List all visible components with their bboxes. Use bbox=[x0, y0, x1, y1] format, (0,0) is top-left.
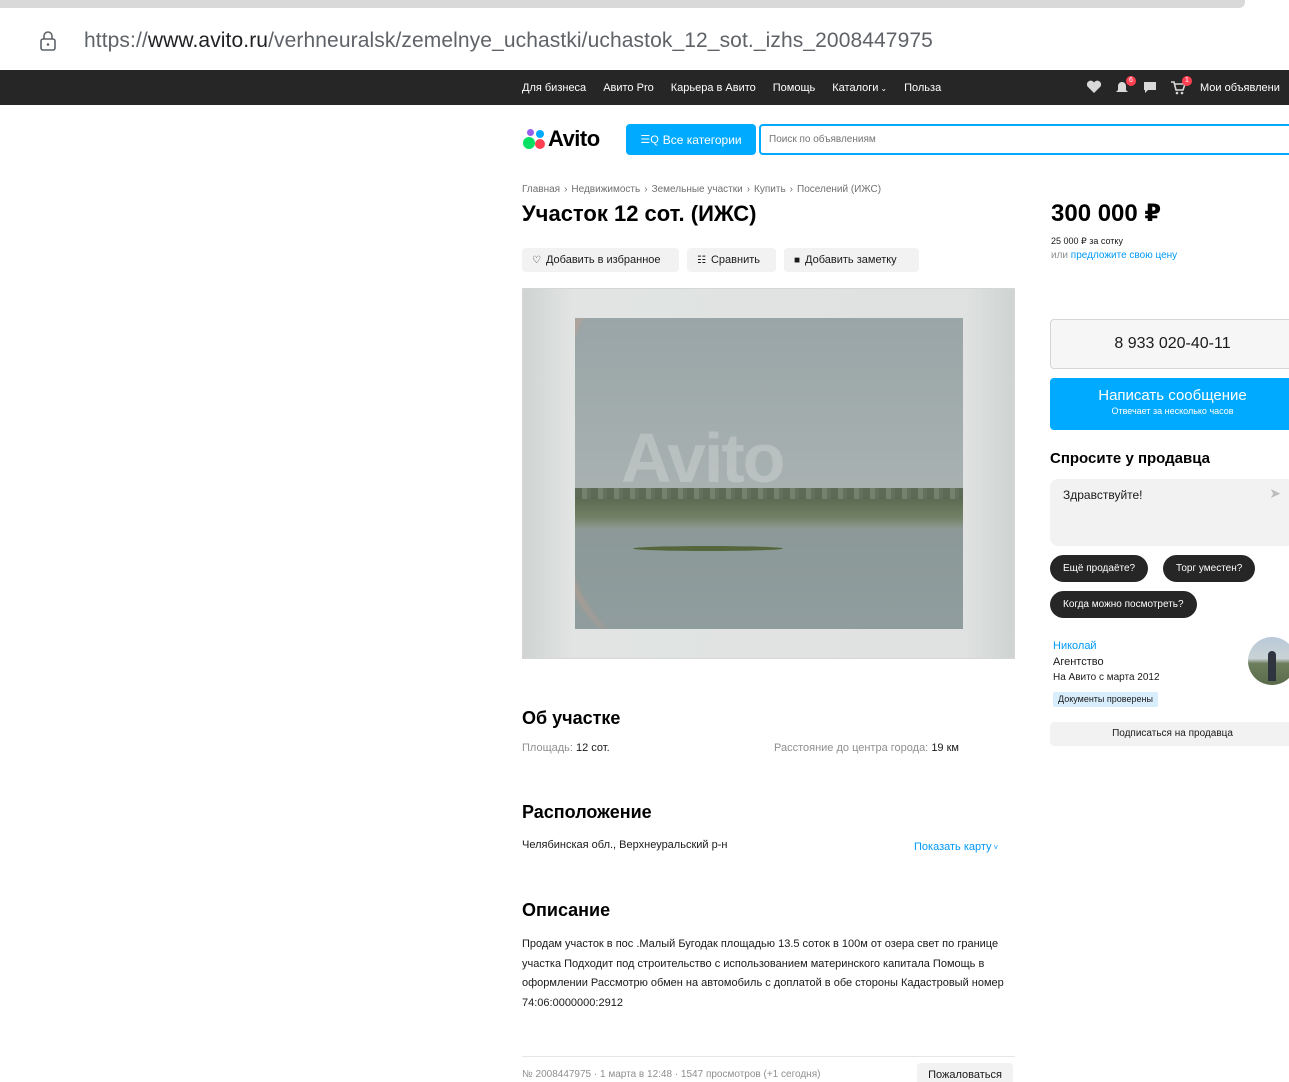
listing-photo[interactable]: Avito bbox=[575, 318, 963, 629]
write-message-button[interactable]: Написать сообщение Отвечает за несколько… bbox=[1050, 378, 1289, 430]
breadcrumb-item[interactable]: Поселений (ИЖС) bbox=[797, 184, 881, 195]
nav-link-pro[interactable]: Авито Pro bbox=[603, 82, 654, 94]
chevron-down-icon: ˅ bbox=[993, 843, 999, 852]
seller-type: Агентство bbox=[1053, 656, 1104, 668]
description-heading: Описание bbox=[522, 900, 611, 920]
notifications-bell-icon[interactable]: 6 bbox=[1114, 75, 1136, 96]
price: 300 000 ₽ bbox=[1051, 200, 1162, 227]
photo-gallery[interactable]: Avito bbox=[522, 288, 1015, 659]
nav-link-career[interactable]: Карьера в Авито bbox=[671, 82, 756, 94]
seller-name-link[interactable]: Николай bbox=[1053, 640, 1097, 652]
listing-title: Участок 12 сот. (ИЖС) bbox=[522, 201, 757, 226]
about-heading: Об участке bbox=[522, 708, 621, 728]
seller-avatar[interactable] bbox=[1248, 637, 1289, 685]
breadcrumb-item[interactable]: Купить bbox=[754, 184, 786, 195]
browser-tab-strip bbox=[0, 0, 1245, 8]
add-note-button[interactable]: ■ Добавить заметку bbox=[784, 248, 919, 272]
nav-link-help[interactable]: Помощь bbox=[773, 82, 816, 94]
ask-seller-heading: Спросите у продавца bbox=[1050, 450, 1210, 467]
note-icon: ■ bbox=[794, 254, 801, 266]
distance-field: Расстояние до центра города: 19 км bbox=[774, 742, 959, 754]
island-shape bbox=[633, 546, 783, 551]
avatar-person-shape bbox=[1268, 651, 1276, 681]
divider bbox=[522, 1056, 1015, 1057]
quick-reply-bargain[interactable]: Торг уместен? bbox=[1163, 555, 1256, 582]
nav-link-benefit[interactable]: Польза bbox=[904, 82, 941, 94]
shore-shape bbox=[575, 499, 963, 529]
breadcrumb-chevron-icon: › bbox=[746, 184, 751, 195]
seller-since: На Авито с марта 2012 bbox=[1053, 672, 1160, 683]
categories-search-icon: ☰Q bbox=[640, 134, 659, 146]
photo-watermark: Avito bbox=[621, 419, 785, 497]
messages-chat-icon[interactable] bbox=[1142, 80, 1160, 96]
send-arrow-icon[interactable]: ➤ bbox=[1269, 485, 1281, 502]
nav-link-business[interactable]: Для бизнеса bbox=[522, 82, 586, 94]
notifications-badge: 6 bbox=[1126, 75, 1136, 86]
top-navigation: Для бизнеса Авито Pro Карьера в Авито По… bbox=[0, 70, 1289, 105]
breadcrumb-chevron-icon: › bbox=[789, 184, 793, 195]
phone-button[interactable]: 8 933 020-40-11 bbox=[1050, 319, 1289, 369]
ask-seller-field[interactable]: Здравствуйте! ➤ bbox=[1050, 479, 1289, 546]
address: Челябинская обл., Верхнеуральский р-н bbox=[522, 839, 728, 851]
breadcrumb-item[interactable]: Недвижимость bbox=[571, 184, 640, 195]
listing-actions: ♡ Добавить в избранное ☷ Сравнить ■ Доба… bbox=[522, 248, 919, 272]
cart-icon[interactable]: 1 bbox=[1170, 75, 1192, 96]
area-field: Площадь: 12 сот. bbox=[522, 742, 610, 754]
breadcrumb: Главная › Недвижимость › Земельные участки › К… bbox=[522, 184, 881, 195]
breadcrumb-item[interactable]: Главная bbox=[522, 184, 560, 195]
offer-price-link[interactable]: предложите свою цену bbox=[1071, 250, 1177, 261]
search-input[interactable] bbox=[761, 126, 1289, 153]
location-heading: Расположение bbox=[522, 802, 652, 822]
breadcrumb-item[interactable]: Земельные участки bbox=[652, 184, 743, 195]
cart-badge: 1 bbox=[1182, 75, 1192, 86]
quick-reply-still-selling[interactable]: Ещё продаёте? bbox=[1050, 555, 1149, 582]
add-favorite-button[interactable]: ♡ Добавить в избранное bbox=[522, 248, 679, 272]
show-map-link[interactable]: Показать карту ˅ bbox=[914, 841, 998, 853]
heart-outline-icon: ♡ bbox=[532, 254, 541, 266]
price-per-sotka: 25 000 ₽ за сотку bbox=[1051, 236, 1123, 246]
url-field[interactable]: https://www.avito.ru/verhneuralsk/zemeln… bbox=[84, 29, 933, 53]
documents-verified-badge: Документы проверены bbox=[1053, 692, 1158, 707]
description-text: Продам участок в пос .Малый Бугодак площ… bbox=[522, 938, 1004, 1009]
all-categories-button[interactable]: ☰Q Все категории bbox=[626, 124, 756, 155]
breadcrumb-chevron-icon: › bbox=[644, 184, 648, 195]
logo-dots-icon bbox=[522, 128, 546, 150]
quick-reply-when-view[interactable]: Когда можно посмотреть? bbox=[1050, 591, 1197, 618]
listing-meta: № 2008447975 · 1 марта в 12:48 · 1547 пр… bbox=[522, 1069, 821, 1080]
lock-icon bbox=[40, 31, 56, 51]
logo-text: Avito bbox=[548, 126, 600, 151]
offer-price: или предложите свою цену bbox=[1051, 250, 1178, 261]
subscribe-seller-button[interactable]: Подписаться на продавца bbox=[1050, 722, 1289, 746]
avito-logo[interactable]: Avito bbox=[522, 125, 600, 153]
report-button[interactable]: Пожаловаться bbox=[917, 1063, 1013, 1082]
favorites-heart-icon[interactable] bbox=[1086, 80, 1104, 96]
search-box bbox=[759, 124, 1289, 155]
browser-address-bar: https://www.avito.ru/verhneuralsk/zemeln… bbox=[0, 0, 1289, 70]
compare-icon: ☷ bbox=[697, 254, 706, 266]
my-ads-link[interactable]: Мои объявлени bbox=[1200, 82, 1280, 94]
compare-button[interactable]: ☷ Сравнить bbox=[687, 248, 776, 272]
nav-link-catalogs[interactable]: Каталоги ⌄ bbox=[832, 82, 887, 94]
breadcrumb-chevron-icon: › bbox=[564, 184, 568, 195]
